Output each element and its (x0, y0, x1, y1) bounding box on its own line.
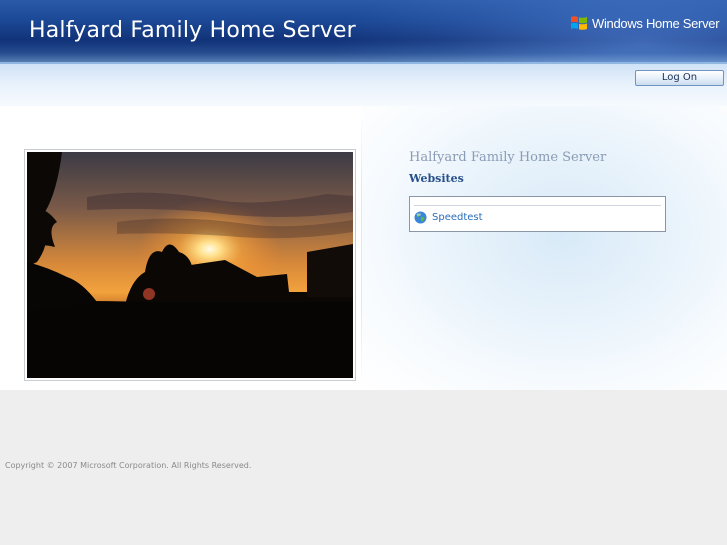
log-on-button[interactable]: Log On (635, 70, 724, 86)
websites-list: Speedtest (409, 196, 666, 232)
websites-heading: Websites (409, 172, 464, 185)
header-swoosh (0, 40, 727, 62)
windows-flag-icon (571, 16, 587, 30)
content-background-glow (362, 106, 727, 390)
brand-name: Windows Home Server (592, 15, 720, 31)
sub-toolbar (0, 62, 727, 106)
header-banner: Halfyard Family Home Server Windows Home… (0, 0, 727, 62)
main-content: Halfyard Family Home Server Websites Spe… (0, 106, 727, 390)
windows-home-server-logo: Windows Home Server (569, 12, 720, 34)
server-name-heading: Halfyard Family Home Server (409, 150, 607, 165)
column-divider (361, 106, 362, 390)
website-link-speedtest[interactable]: Speedtest (414, 209, 483, 225)
globe-icon (414, 211, 427, 223)
website-link-label: Speedtest (432, 211, 483, 223)
site-title: Halfyard Family Home Server (29, 18, 356, 43)
photo-frame (24, 149, 356, 381)
copyright-notice: Copyright © 2007 Microsoft Corporation. … (5, 461, 252, 470)
list-divider (414, 205, 661, 206)
sunset-photo (27, 152, 353, 378)
